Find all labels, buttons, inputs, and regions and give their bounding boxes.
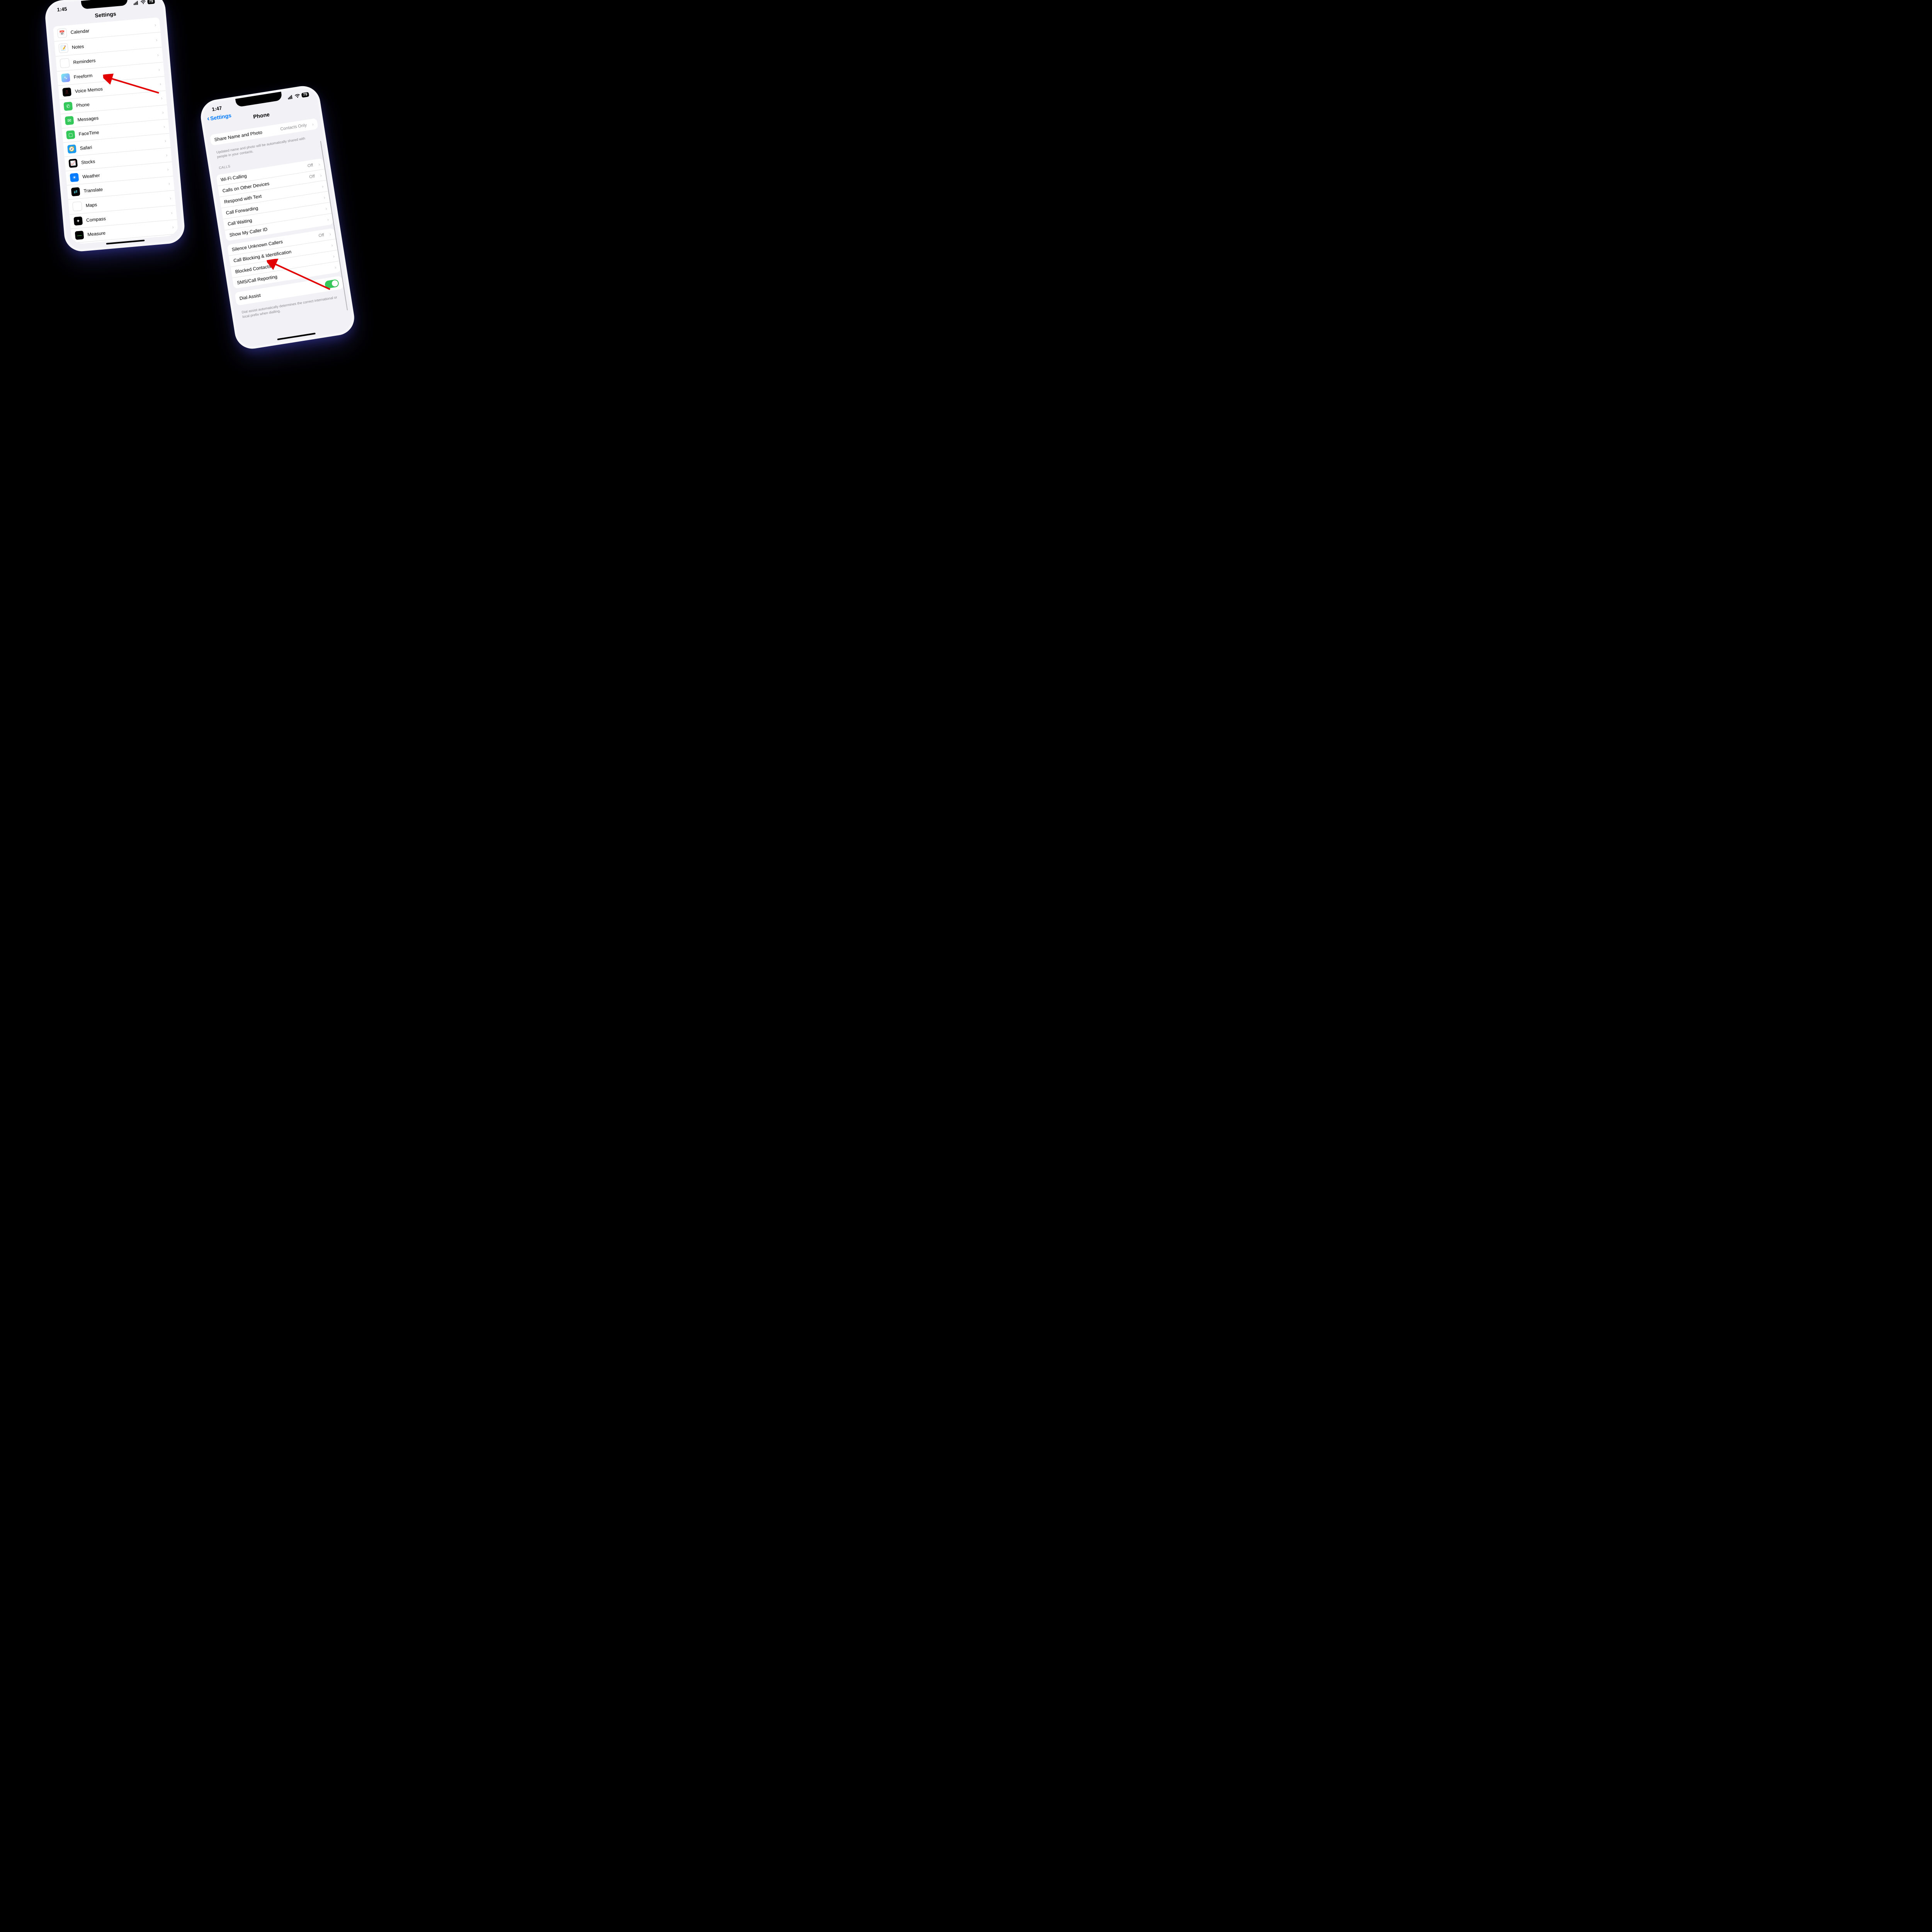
chevron-icon: › (327, 217, 329, 222)
chevron-icon: › (154, 22, 156, 27)
battery-icon: 79 (147, 0, 155, 4)
stocks-icon: 📈 (68, 159, 78, 168)
voice-memos-icon: ⎍ (62, 87, 71, 97)
chevron-icon: › (333, 253, 335, 259)
safari-icon: 🧭 (67, 145, 77, 154)
facetime-icon: ▢ (66, 130, 75, 139)
chevron-icon: › (167, 167, 169, 172)
chevron-icon: › (334, 265, 337, 270)
chevron-icon: › (321, 184, 324, 189)
compass-icon: ✦ (73, 216, 83, 226)
calendar-icon: 📅 (57, 28, 67, 38)
chevron-icon: › (173, 238, 175, 244)
reminders-icon: ⋮ (60, 58, 70, 68)
chevron-icon: › (168, 181, 170, 186)
freeform-icon: ∿ (61, 73, 70, 82)
chevron-icon: › (169, 196, 171, 201)
chevron-icon: › (329, 231, 332, 237)
chevron-icon: › (160, 81, 162, 87)
chevron-icon: › (325, 206, 327, 211)
cellular-icon (133, 1, 139, 5)
chevron-icon: › (172, 224, 174, 230)
chevron-icon: › (162, 110, 164, 115)
chevron-icon: › (323, 195, 326, 200)
phone-icon: ✆ (63, 102, 73, 111)
dial-assist-toggle[interactable] (325, 279, 340, 289)
chevron-icon: › (157, 52, 159, 58)
battery-icon: 79 (301, 92, 309, 98)
notes-icon: 📝 (58, 43, 68, 53)
phone-phone-settings: 1:47 79 ‹ Settings (201, 86, 354, 349)
weather-icon: ☀︎ (70, 173, 79, 182)
maps-icon: 🗺 (72, 201, 82, 211)
chevron-icon: › (171, 210, 173, 216)
chevron-icon: › (312, 121, 314, 127)
phone-settings: 1:45 79 Settings (46, 0, 184, 250)
chevron-icon: › (318, 162, 320, 167)
chevron-icon: › (166, 152, 168, 158)
chevron-icon: › (161, 95, 163, 101)
messages-icon: ✉︎ (65, 116, 74, 125)
chevron-icon: › (156, 37, 158, 43)
chevron-icon: › (163, 124, 165, 129)
chevron-icon: › (320, 173, 322, 178)
chevron-icon: › (331, 243, 333, 248)
wifi-icon (294, 94, 300, 98)
measure-icon: — (75, 231, 84, 240)
chevron-icon: › (164, 138, 166, 143)
wifi-icon (140, 0, 146, 4)
translate-icon: ⇄ (71, 187, 80, 196)
cellular-icon (287, 95, 293, 99)
chevron-icon: › (158, 67, 160, 72)
